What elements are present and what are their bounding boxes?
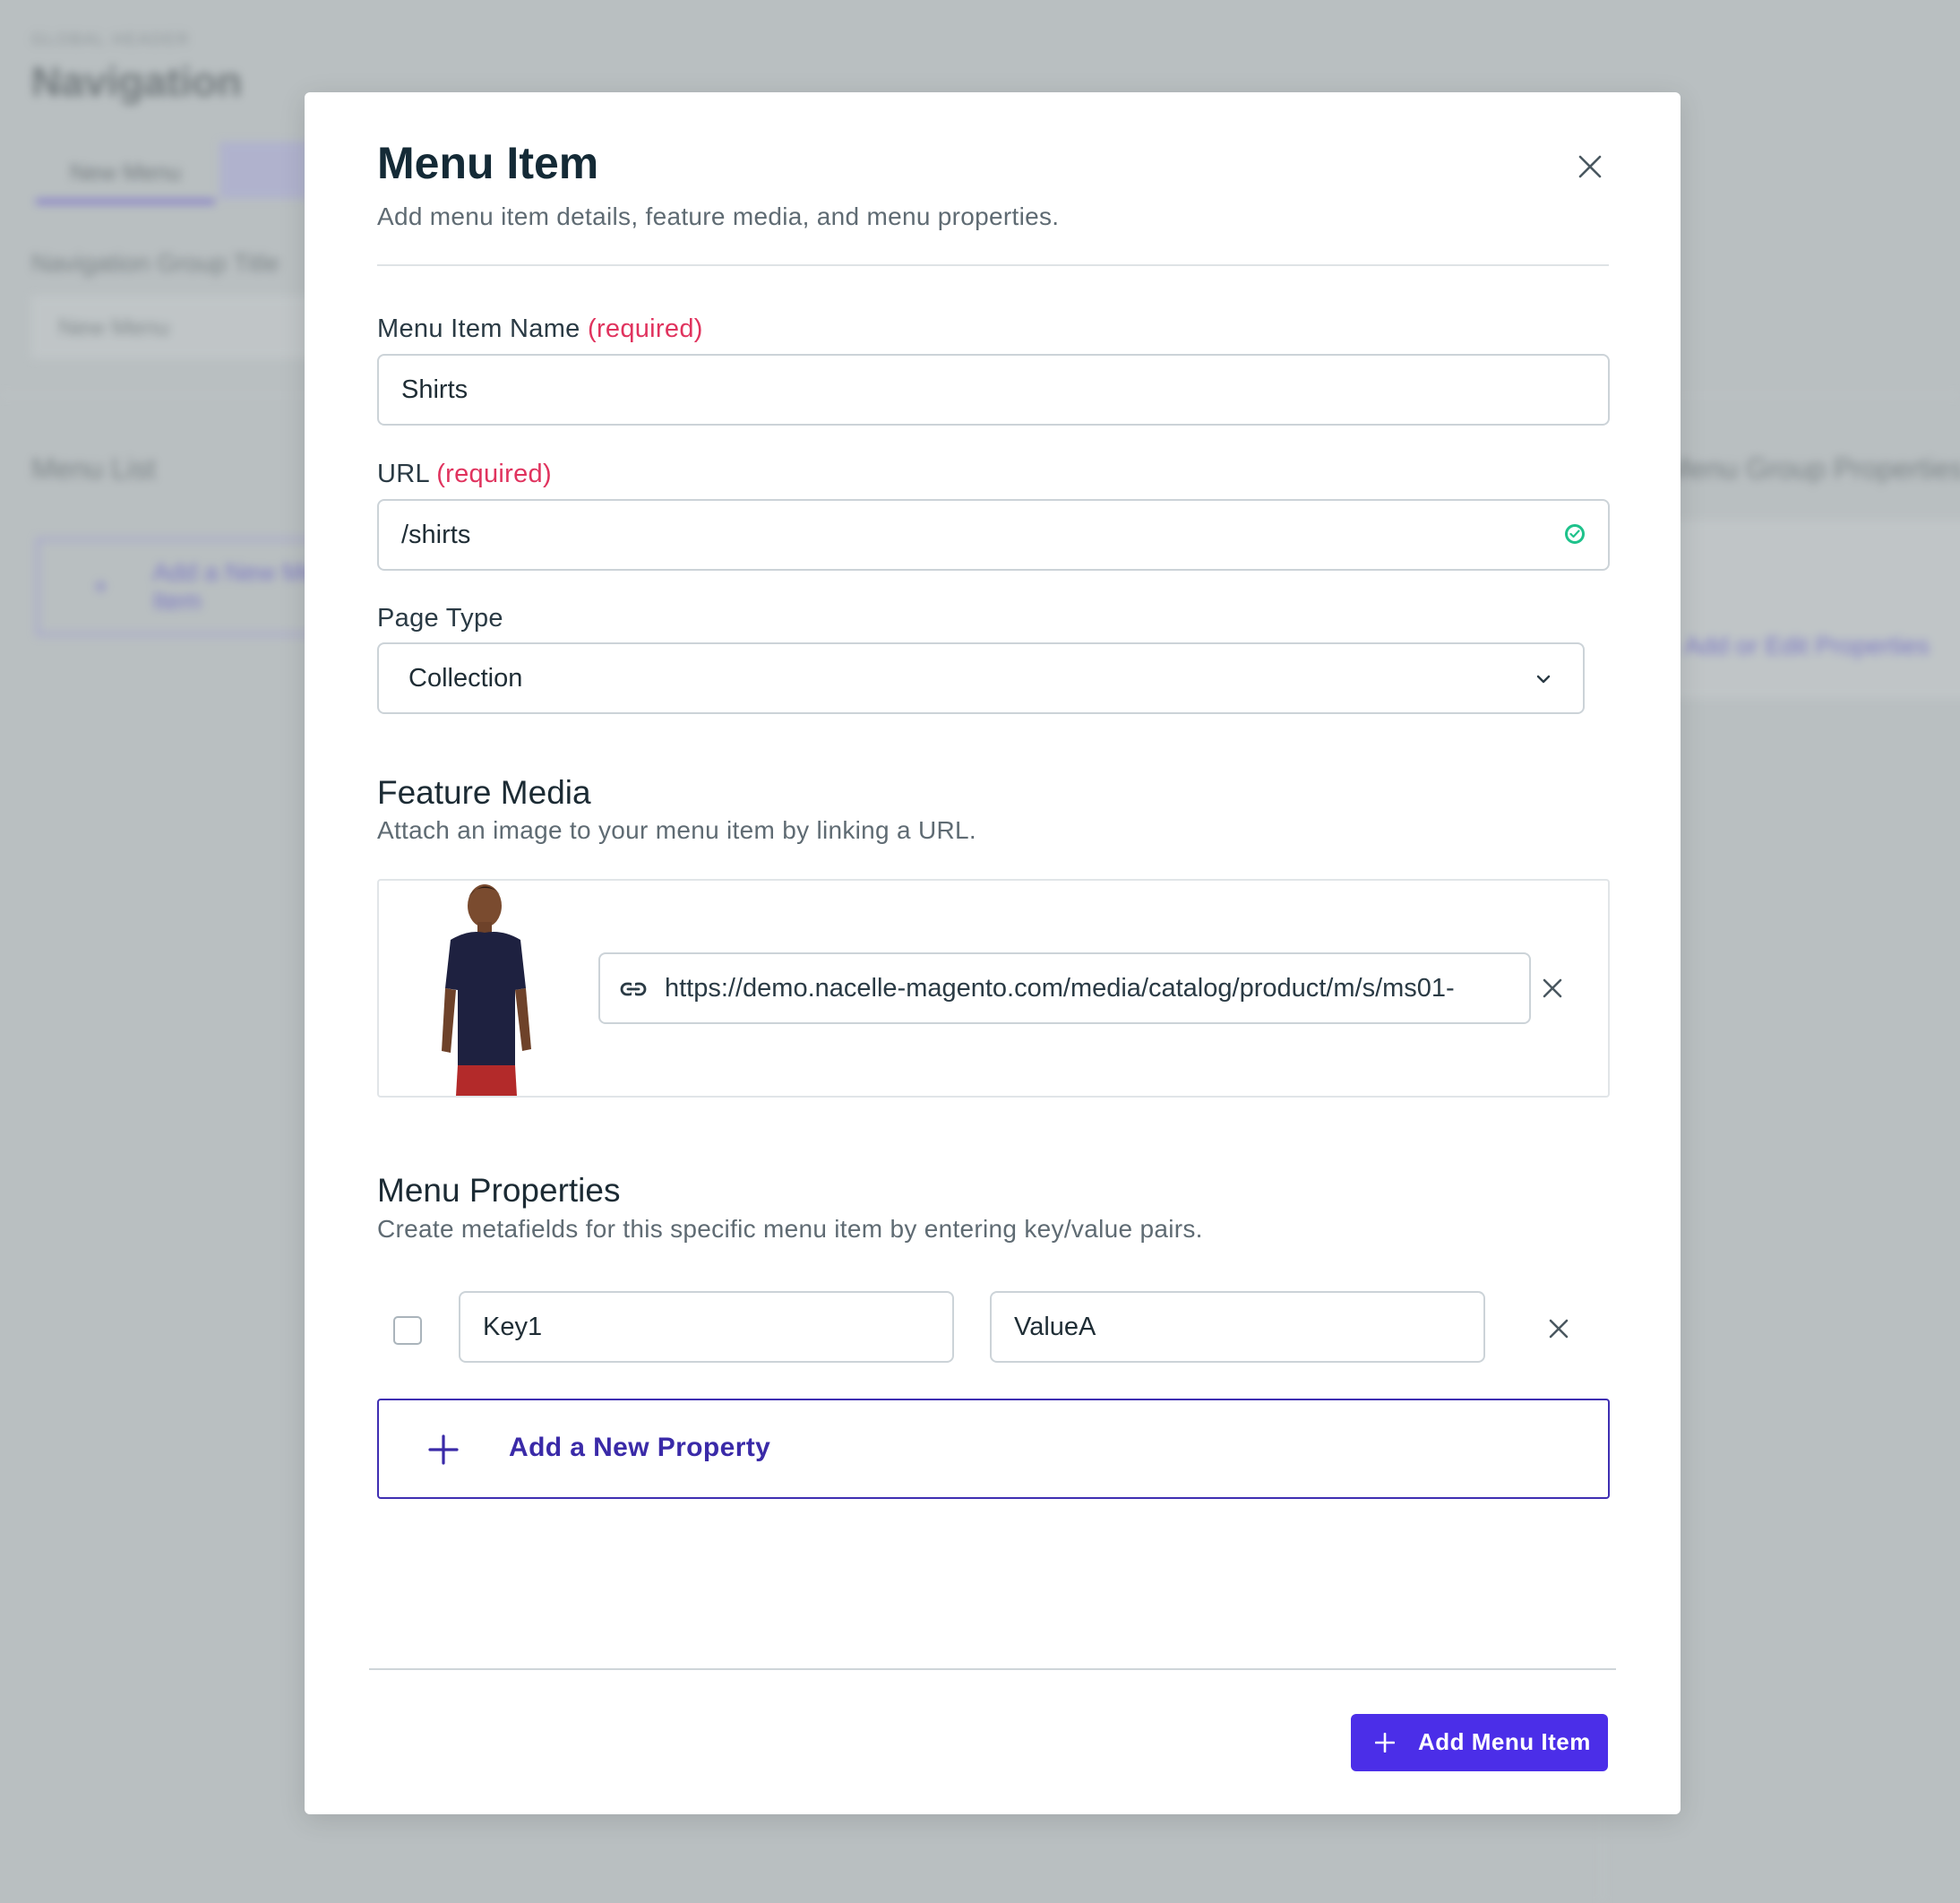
image-url-value: https://demo.nacelle-magento.com/media/c… (665, 973, 1455, 1003)
menu-item-name-input[interactable]: Shirts (377, 354, 1610, 426)
property-row-checkbox[interactable] (393, 1316, 422, 1345)
add-edit-properties-link[interactable]: Add or Edit Properties (1684, 632, 1930, 660)
name-label-text: Menu Item Name (377, 314, 580, 343)
add-menu-item-label: Add Menu Item (1418, 1728, 1591, 1755)
property-key-value: Key1 (483, 1312, 543, 1341)
feature-media-box: https://demo.nacelle-magento.com/media/c… (377, 879, 1610, 1098)
tab-new-menu[interactable]: New Menu (36, 145, 215, 204)
menu-properties-subtitle: Create metafields for this specific menu… (377, 1215, 1203, 1243)
close-icon (1549, 1319, 1569, 1339)
close-icon (1543, 978, 1562, 998)
url-field-label: URL (required) (377, 460, 552, 489)
menu-item-modal: Menu Item Add menu item details, feature… (305, 92, 1681, 1814)
feature-media-title: Feature Media (377, 774, 591, 811)
plus-icon (428, 1434, 459, 1465)
required-tag: (required) (587, 314, 703, 343)
name-field-label: Menu Item Name (required) (377, 314, 703, 344)
modal-title: Menu Item (377, 138, 599, 188)
property-key-input[interactable]: Key1 (459, 1291, 954, 1363)
page-type-value: Collection (408, 663, 523, 693)
url-input[interactable]: /shirts (377, 499, 1610, 571)
footer-divider (369, 1668, 1616, 1670)
modal-subtitle: Add menu item details, feature media, an… (377, 202, 1060, 230)
close-icon (1578, 155, 1602, 178)
menu-properties-title: Menu Properties (377, 1172, 621, 1209)
feature-media-subtitle: Attach an image to your menu item by lin… (377, 816, 976, 844)
remove-property-button[interactable] (1536, 1306, 1581, 1351)
check-circle-icon (1565, 524, 1585, 544)
add-new-property-button[interactable]: Add a New Property (377, 1399, 1610, 1499)
chevron-down-icon (1536, 675, 1551, 684)
menu-item-name-value: Shirts (401, 375, 469, 404)
url-label-text: URL (377, 460, 429, 488)
property-value-input[interactable]: ValueA (990, 1291, 1485, 1363)
tab-add[interactable] (219, 142, 309, 199)
header-divider (377, 264, 1609, 266)
url-value: /shirts (401, 520, 471, 549)
plus-icon: + (93, 573, 108, 600)
image-url-input[interactable]: https://demo.nacelle-magento.com/media/c… (598, 952, 1531, 1024)
add-menu-item-button[interactable]: Add Menu Item (1351, 1714, 1608, 1771)
page-title: Navigation (31, 58, 243, 105)
remove-media-button[interactable] (1530, 966, 1575, 1011)
property-value-value: ValueA (1014, 1312, 1096, 1341)
product-image (442, 884, 531, 1096)
link-icon (620, 982, 647, 996)
plus-icon (1375, 1733, 1395, 1752)
page-type-select[interactable]: Collection (377, 642, 1585, 714)
add-new-property-label: Add a New Property (509, 1433, 771, 1462)
group-title-label: Navigation Group Title (31, 249, 280, 277)
page-type-label: Page Type (377, 604, 503, 633)
close-button[interactable] (1568, 144, 1612, 189)
required-tag: (required) (436, 460, 552, 488)
page-eyebrow: GLOBAL HEADER (31, 30, 191, 48)
group-properties-heading: Menu Group Properties (1666, 452, 1960, 485)
menu-list-heading: Menu List (31, 452, 156, 485)
